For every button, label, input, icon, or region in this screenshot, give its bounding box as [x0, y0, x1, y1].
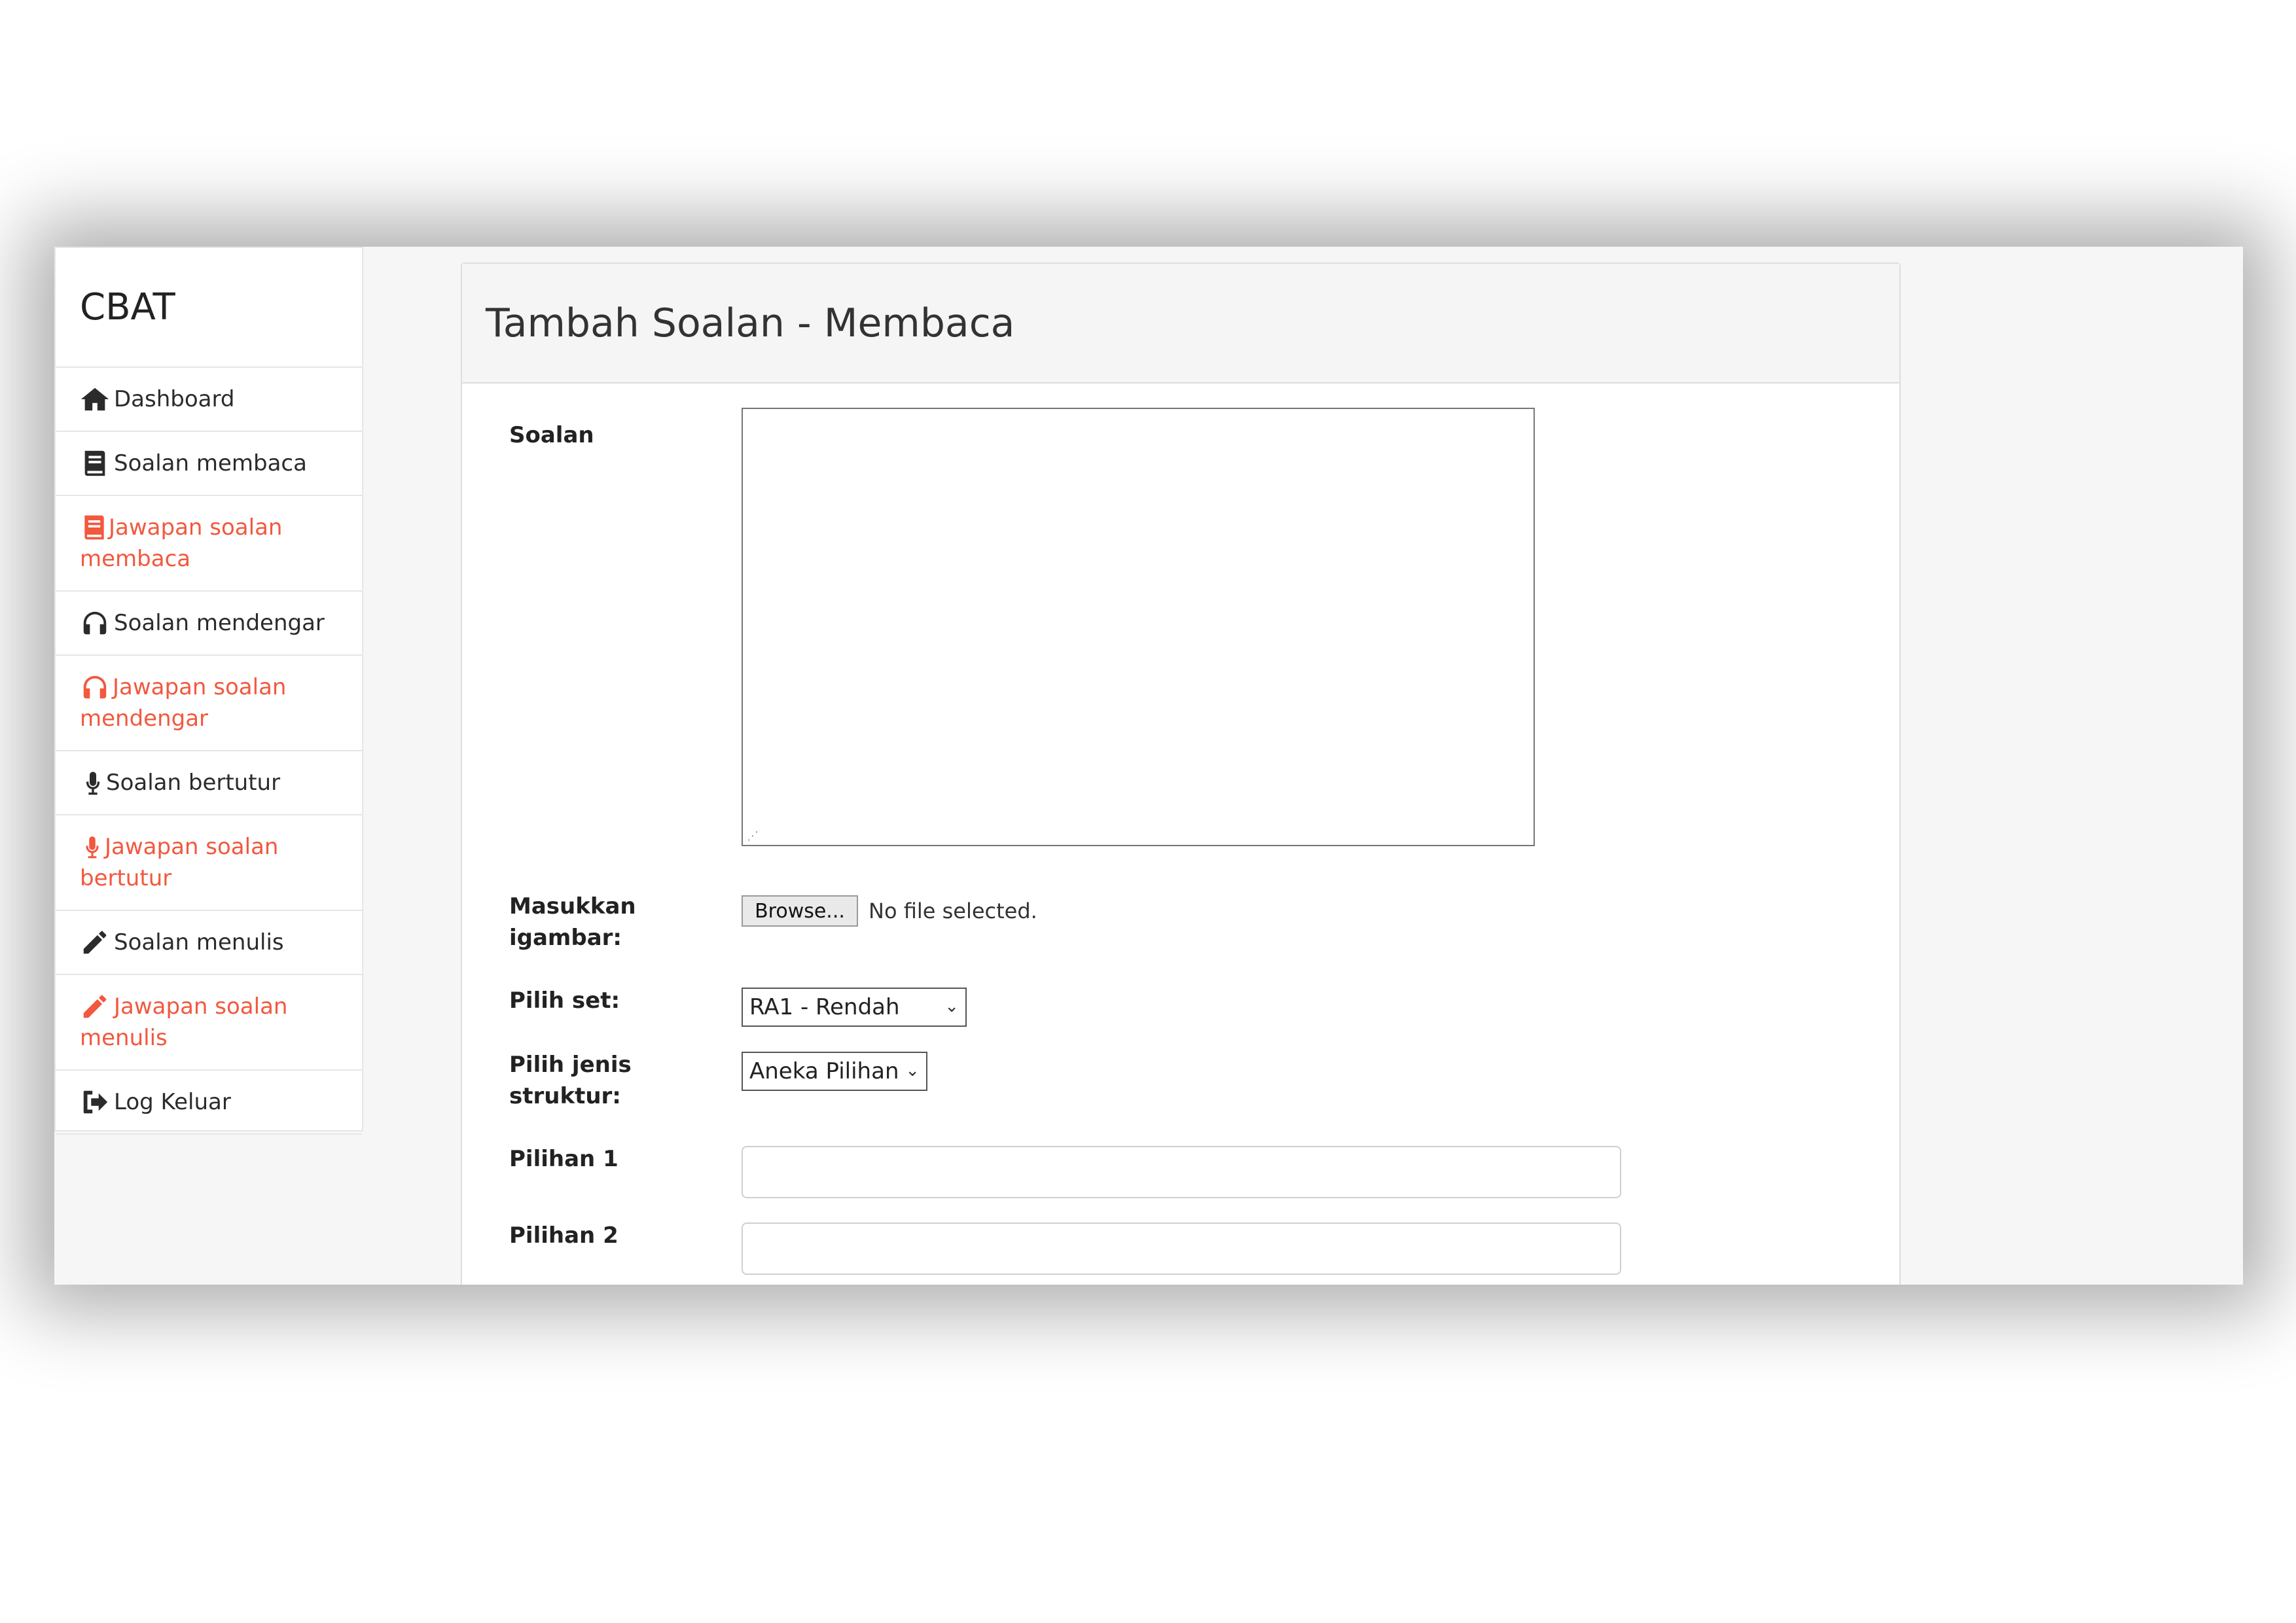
book-icon: [80, 512, 109, 543]
sidebar-item-soalan-mendengar[interactable]: Soalan mendengar: [56, 592, 362, 656]
sidebar-item-label: Jawapan soalan bertutur: [80, 831, 349, 894]
app-window: CBAT Dashboard Soalan membaca Jawapan so…: [54, 247, 2243, 1285]
set-label: Pilih set:: [509, 988, 620, 1014]
pilihan1-input[interactable]: [742, 1146, 1621, 1198]
home-icon: [80, 383, 114, 415]
main-panel: Tambah Soalan - Membaca Soalan ⋰ Masukka…: [461, 262, 1901, 1285]
sidebar-item-jawapan-bertutur[interactable]: Jawapan soalan bertutur: [56, 815, 362, 911]
sidebar-item-soalan-bertutur[interactable]: Soalan bertutur: [56, 751, 362, 815]
sidebar-item-label: Log Keluar: [114, 1089, 231, 1115]
no-file-text: No file selected.: [869, 899, 1037, 923]
sign-out-icon: [80, 1086, 114, 1118]
pilihan1-label: Pilihan 1: [509, 1146, 619, 1172]
sidebar-item-label: Dashboard: [114, 386, 235, 412]
pilihan2-label: Pilihan 2: [509, 1222, 619, 1249]
pencil-icon: [80, 991, 114, 1022]
sidebar-item-soalan-menulis[interactable]: Soalan menulis: [56, 911, 362, 975]
struktur-select-value: Aneka Pilihan: [749, 1058, 899, 1084]
sidebar-item-label: Soalan membaca: [114, 450, 307, 476]
headphones-icon: [80, 671, 113, 703]
sidebar-item-log-keluar[interactable]: Log Keluar: [56, 1071, 362, 1135]
sidebar-item-dashboard[interactable]: Dashboard: [56, 368, 362, 432]
sidebar-item-label: Soalan menulis: [114, 929, 284, 955]
set-select[interactable]: RA1 - Rendah ⌄: [742, 988, 967, 1027]
soalan-label: Soalan: [509, 422, 594, 448]
sidebar-item-jawapan-mendengar[interactable]: Jawapan soalan mendengar: [56, 656, 362, 751]
brand-title: CBAT: [56, 248, 362, 368]
sidebar-item-label: Soalan bertutur: [106, 770, 281, 796]
soalan-textarea[interactable]: ⋰: [742, 408, 1535, 846]
set-select-value: RA1 - Rendah: [749, 994, 900, 1020]
page-title: Tambah Soalan - Membaca: [462, 264, 1899, 383]
sidebar-item-label: Jawapan soalan menulis: [80, 991, 349, 1054]
sidebar-item-label: Soalan mendengar: [114, 610, 325, 636]
sidebar-item-text: Jawapan soalan bertutur: [80, 834, 279, 891]
sidebar-item-text: Jawapan soalan membaca: [80, 514, 283, 572]
chevron-down-icon: ⌄: [905, 1061, 920, 1080]
headphones-icon: [80, 607, 114, 639]
book-icon: [80, 448, 114, 479]
microphone-icon: [80, 767, 106, 798]
struktur-select[interactable]: Aneka Pilihan ⌄: [742, 1052, 927, 1091]
sidebar-item-jawapan-membaca[interactable]: Jawapan soalan membaca: [56, 496, 362, 592]
gambar-label: Masukkan igambar:: [509, 893, 636, 951]
pilihan2-input[interactable]: [742, 1222, 1621, 1275]
sidebar: CBAT Dashboard Soalan membaca Jawapan so…: [54, 247, 363, 1135]
microphone-icon: [80, 831, 105, 863]
resize-grip-icon[interactable]: ⋰: [747, 830, 759, 842]
sidebar-item-soalan-membaca[interactable]: Soalan membaca: [56, 432, 362, 496]
sidebar-item-jawapan-menulis[interactable]: Jawapan soalan menulis: [56, 975, 362, 1071]
sidebar-item-label: Jawapan soalan membaca: [80, 512, 349, 575]
chevron-down-icon: ⌄: [944, 997, 959, 1016]
browse-button[interactable]: Browse...: [742, 895, 858, 927]
struktur-label: Pilih jenis struktur:: [509, 1052, 632, 1109]
pencil-icon: [80, 927, 114, 958]
sidebar-item-label: Jawapan soalan mendengar: [80, 671, 349, 734]
